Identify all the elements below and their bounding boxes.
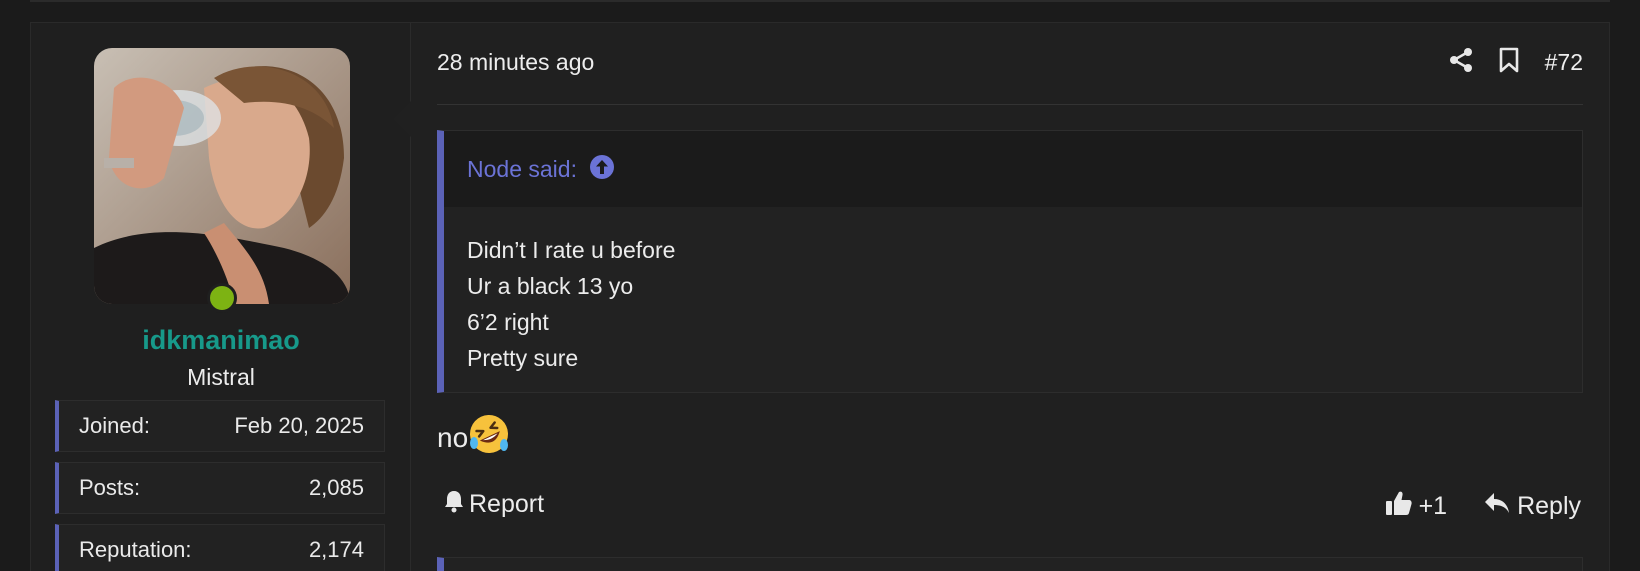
thumbs-up-icon <box>1385 489 1413 524</box>
next-quote-block <box>437 557 1583 571</box>
reply-label: Reply <box>1517 492 1581 520</box>
previous-post-edge <box>30 0 1610 2</box>
forum-post: idkmanimao Mistral Joined: Feb 20, 2025 … <box>30 22 1610 571</box>
message-body: no <box>437 413 510 462</box>
post-number-link[interactable]: #72 <box>1545 49 1583 76</box>
quote-body: Didn’t I rate u before Ur a black 13 yo … <box>444 207 1582 376</box>
username[interactable]: idkmanimao <box>31 325 411 356</box>
like-button[interactable]: +1 <box>1385 489 1448 524</box>
header-actions: #72 <box>1449 47 1583 78</box>
post-content: 28 minutes ago #72 Node said: Didn’t I r… <box>437 23 1583 571</box>
post-footer: Report +1 Reply <box>437 489 1583 529</box>
quote-header: Node said: <box>444 131 1582 207</box>
arrow-up-circle-icon[interactable] <box>589 154 615 185</box>
stat-joined: Joined: Feb 20, 2025 <box>55 400 385 452</box>
message-text: no <box>437 421 469 453</box>
stat-label: Reputation: <box>79 537 192 562</box>
quote-line: 6’2 right <box>467 309 549 335</box>
bookmark-icon[interactable] <box>1499 47 1519 78</box>
message-pointer <box>393 101 411 137</box>
footer-actions: +1 Reply <box>1385 489 1581 524</box>
stat-reputation: Reputation: 2,174 <box>55 524 385 571</box>
avatar-image <box>94 48 350 304</box>
quote-line: Pretty sure <box>467 345 579 371</box>
avatar[interactable] <box>94 48 350 304</box>
user-title: Mistral <box>187 364 255 390</box>
reply-arrow-icon <box>1483 491 1511 522</box>
stat-value: Feb 20, 2025 <box>234 413 364 438</box>
user-sidebar: idkmanimao Mistral Joined: Feb 20, 2025 … <box>31 23 411 571</box>
quote-block: Node said: Didn’t I rate u before Ur a b… <box>437 130 1583 393</box>
stat-posts: Posts: 2,085 <box>55 462 385 514</box>
stat-value: 2,174 <box>308 537 364 562</box>
rofl-emoji-icon <box>468 413 510 462</box>
post-header: 28 minutes ago #72 <box>437 23 1583 105</box>
online-status-indicator <box>207 283 237 313</box>
bell-icon <box>443 489 465 520</box>
stat-value: 2,085 <box>308 475 364 500</box>
post-timestamp[interactable]: 28 minutes ago <box>437 49 594 76</box>
stat-label: Posts: <box>79 475 141 500</box>
quote-line: Ur a black 13 yo <box>467 273 634 299</box>
stat-label: Joined: <box>79 413 150 438</box>
share-icon[interactable] <box>1449 47 1473 78</box>
report-label: Report <box>469 490 545 518</box>
reaction-count: +1 <box>1418 492 1448 520</box>
report-button[interactable]: Report <box>443 489 544 520</box>
quote-author-link[interactable]: Node said: <box>467 156 577 183</box>
reply-button[interactable]: Reply <box>1483 491 1581 522</box>
quote-line: Didn’t I rate u before <box>467 237 676 263</box>
